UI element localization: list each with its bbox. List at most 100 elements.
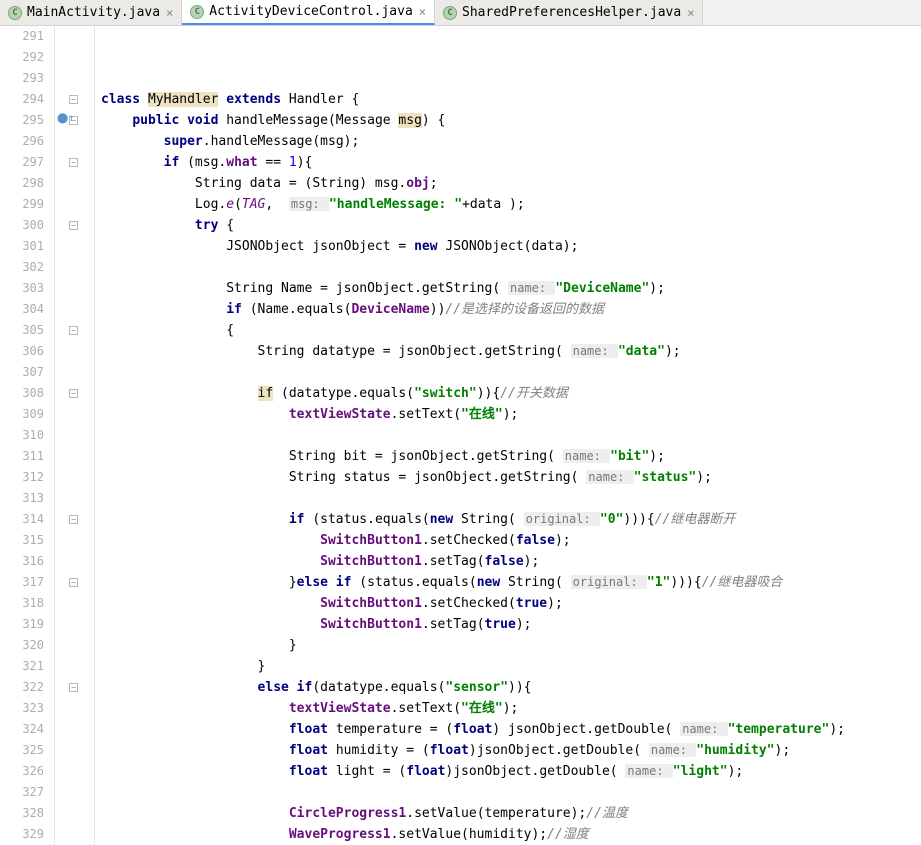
code-line[interactable]: else if(datatype.equals("sensor")){ (101, 677, 921, 698)
line-number-gutter[interactable]: 2912922932942952962972982993003013023033… (0, 26, 55, 845)
code-line[interactable]: class MyHandler extends Handler { (101, 89, 921, 110)
code-line[interactable]: textViewState.setText("在线"); (101, 404, 921, 425)
fold-toggle-icon[interactable]: − (69, 95, 78, 104)
line-number: 323 (0, 698, 44, 719)
line-number: 308 (0, 383, 44, 404)
code-line[interactable] (101, 488, 921, 509)
line-number: 324 (0, 719, 44, 740)
line-number: 304 (0, 299, 44, 320)
code-line[interactable] (101, 26, 921, 47)
code-line[interactable]: float light = (float)jsonObject.getDoubl… (101, 761, 921, 782)
close-icon[interactable]: × (419, 5, 426, 19)
fold-toggle-icon[interactable]: − (69, 515, 78, 524)
line-number: 326 (0, 761, 44, 782)
code-line[interactable] (101, 68, 921, 89)
code-line[interactable]: String bit = jsonObject.getString( name:… (101, 446, 921, 467)
line-number: 307 (0, 362, 44, 383)
line-number: 300 (0, 215, 44, 236)
code-line[interactable] (101, 257, 921, 278)
line-number: 293 (0, 68, 44, 89)
override-marker-icon[interactable]: ⬤↑ (57, 113, 74, 124)
code-line[interactable]: JSONObject jsonObject = new JSONObject(d… (101, 236, 921, 257)
line-number: 315 (0, 530, 44, 551)
code-line[interactable]: try { (101, 215, 921, 236)
line-number: 305 (0, 320, 44, 341)
line-number: 327 (0, 782, 44, 803)
line-number: 301 (0, 236, 44, 257)
code-line[interactable]: if (Name.equals(DeviceName))//是选择的设备返回的数… (101, 299, 921, 320)
class-file-icon: C (190, 5, 204, 19)
code-line[interactable]: if (datatype.equals("switch")){//开关数据 (101, 383, 921, 404)
code-line[interactable] (101, 782, 921, 803)
code-line[interactable]: Log.e(TAG, msg: "handleMessage: "+data )… (101, 194, 921, 215)
line-number: 311 (0, 446, 44, 467)
fold-toggle-icon[interactable]: − (69, 326, 78, 335)
code-line[interactable]: String data = (String) msg.obj; (101, 173, 921, 194)
line-number: 322 (0, 677, 44, 698)
code-line[interactable]: SwitchButton1.setChecked(false); (101, 530, 921, 551)
line-number: 292 (0, 47, 44, 68)
line-number: 316 (0, 551, 44, 572)
class-file-icon: C (443, 6, 457, 20)
tab-label: MainActivity.java (27, 5, 160, 20)
editor-area: 2912922932942952962972982993003013023033… (0, 26, 921, 845)
fold-toggle-icon[interactable]: − (69, 683, 78, 692)
line-number: 320 (0, 635, 44, 656)
code-line[interactable]: textViewState.setText("在线"); (101, 698, 921, 719)
code-area[interactable]: class MyHandler extends Handler { public… (95, 26, 921, 845)
line-number: 321 (0, 656, 44, 677)
code-line[interactable]: }else if (status.equals(new String( orig… (101, 572, 921, 593)
line-number: 310 (0, 425, 44, 446)
fold-column[interactable]: −−⬤↑−−−−−−− (55, 26, 95, 845)
line-number: 295 (0, 110, 44, 131)
fold-toggle-icon[interactable]: − (69, 158, 78, 167)
line-number: 319 (0, 614, 44, 635)
code-line[interactable]: String status = jsonObject.getString( na… (101, 467, 921, 488)
tab-label: SharedPreferencesHelper.java (462, 5, 681, 20)
line-number: 297 (0, 152, 44, 173)
code-line[interactable]: { (101, 320, 921, 341)
line-number: 313 (0, 488, 44, 509)
code-line[interactable]: } (101, 635, 921, 656)
code-line[interactable]: SwitchButton1.setTag(false); (101, 551, 921, 572)
code-line[interactable]: String datatype = jsonObject.getString( … (101, 341, 921, 362)
code-line[interactable]: super.handleMessage(msg); (101, 131, 921, 152)
tab-sharedpreferenceshelper-java[interactable]: C SharedPreferencesHelper.java × (435, 0, 703, 25)
line-number: 291 (0, 26, 44, 47)
code-line[interactable]: public void handleMessage(Message msg) { (101, 110, 921, 131)
code-line[interactable]: if (status.equals(new String( original: … (101, 509, 921, 530)
code-line[interactable] (101, 425, 921, 446)
line-number: 306 (0, 341, 44, 362)
code-line[interactable] (101, 47, 921, 68)
fold-toggle-icon[interactable]: − (69, 389, 78, 398)
code-line[interactable]: if (msg.what == 1){ (101, 152, 921, 173)
line-number: 309 (0, 404, 44, 425)
line-number: 299 (0, 194, 44, 215)
code-line[interactable]: } (101, 656, 921, 677)
tab-label: ActivityDeviceControl.java (209, 4, 413, 19)
tab-bar: C MainActivity.java × C ActivityDeviceContro… (0, 0, 921, 26)
code-line[interactable]: WaveProgress1.setValue(humidity);//湿度 (101, 824, 921, 845)
line-number: 328 (0, 803, 44, 824)
line-number: 294 (0, 89, 44, 110)
line-number: 303 (0, 278, 44, 299)
close-icon[interactable]: × (687, 6, 694, 20)
line-number: 312 (0, 467, 44, 488)
code-line[interactable]: float humidity = (float)jsonObject.getDo… (101, 740, 921, 761)
tab-activitydevicecontrol-java[interactable]: C ActivityDeviceControl.java × (182, 0, 435, 25)
code-line[interactable] (101, 362, 921, 383)
line-number: 296 (0, 131, 44, 152)
fold-toggle-icon[interactable]: − (69, 578, 78, 587)
line-number: 302 (0, 257, 44, 278)
close-icon[interactable]: × (166, 6, 173, 20)
code-line[interactable]: String Name = jsonObject.getString( name… (101, 278, 921, 299)
code-line[interactable]: float temperature = (float) jsonObject.g… (101, 719, 921, 740)
code-line[interactable]: CircleProgress1.setValue(temperature);//… (101, 803, 921, 824)
code-line[interactable]: SwitchButton1.setTag(true); (101, 614, 921, 635)
fold-toggle-icon[interactable]: − (69, 221, 78, 230)
tab-mainactivity-java[interactable]: C MainActivity.java × (0, 0, 182, 25)
code-line[interactable]: SwitchButton1.setChecked(true); (101, 593, 921, 614)
line-number: 314 (0, 509, 44, 530)
line-number: 317 (0, 572, 44, 593)
class-file-icon: C (8, 6, 22, 20)
